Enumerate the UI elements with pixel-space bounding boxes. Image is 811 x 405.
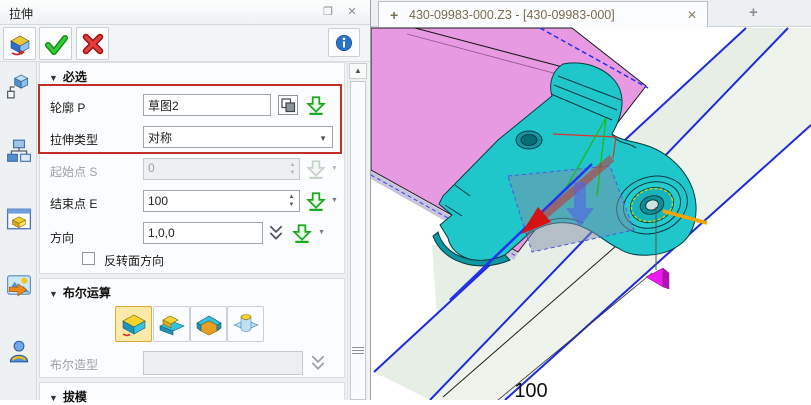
extrude-feature-button[interactable]	[3, 27, 36, 60]
direction-insert-button[interactable]	[292, 223, 312, 243]
ok-button[interactable]	[39, 27, 72, 60]
profile-input[interactable]	[143, 94, 271, 116]
shape-expand-icon	[310, 354, 326, 377]
history-manager-icon[interactable]	[6, 74, 32, 100]
boolean-shape-input	[143, 351, 303, 375]
boolean-base-button[interactable]	[115, 306, 152, 342]
boolean-remove-icon	[195, 311, 223, 337]
document-tab[interactable]: + 430-09983-000.Z3 - [430-09983-000] ✕	[378, 1, 708, 27]
flip-face-label: 反转面方向	[104, 252, 164, 269]
dialog-toolbar	[0, 25, 370, 62]
resize-grip[interactable]	[352, 347, 364, 355]
dialog-titlebar: 拉伸 ❐ ✕	[0, 0, 370, 25]
direction-options-icon[interactable]: ▼	[318, 229, 325, 236]
collapse-icon: ▼	[49, 73, 58, 83]
tab-pin-icon: +	[390, 7, 398, 23]
tab-close-icon[interactable]: ✕	[687, 8, 697, 22]
dialog-body: ▼必选 轮廓 P 拉伸类型 对称 ▼ 起	[0, 62, 370, 400]
dialog-close-icon[interactable]: ✕	[344, 5, 360, 20]
end-point-input[interactable]	[143, 190, 300, 212]
flip-face-checkbox[interactable]	[82, 252, 95, 265]
info-button[interactable]	[328, 28, 360, 57]
document-area: + 430-09983-000.Z3 - [430-09983-000] ✕ +	[371, 0, 811, 400]
required-header[interactable]: ▼必选	[49, 68, 87, 85]
expand-more-icon[interactable]	[268, 224, 284, 247]
extrude-cube-icon	[8, 32, 32, 56]
reuse-sketch-button[interactable]	[278, 95, 298, 115]
profile-label: 轮廓 P	[50, 99, 85, 116]
form-scrollbar: ▲	[347, 62, 368, 400]
green-down-arrow-icon	[306, 191, 326, 211]
green-down-arrow-icon	[306, 95, 326, 115]
dropdown-icon: ▼	[319, 134, 327, 143]
extrude-type-select[interactable]: 对称 ▼	[143, 126, 333, 148]
profile-insert-button[interactable]	[306, 95, 326, 115]
start-insert-button-disabled	[306, 159, 326, 179]
extrude-type-label: 拉伸类型	[50, 131, 98, 148]
start-options-icon: ▼	[331, 165, 338, 172]
green-down-arrow-icon	[292, 223, 312, 243]
direction-label: 方向	[50, 229, 74, 246]
draft-panel: ▼拔模	[39, 382, 345, 400]
boolean-intersect-button[interactable]	[227, 306, 264, 342]
cancel-x-icon	[81, 32, 105, 56]
info-icon	[335, 34, 353, 52]
tab-title: 430-09983-000.Z3 - [430-09983-000]	[409, 8, 615, 22]
boolean-base-icon	[120, 311, 148, 337]
dimension-value-text[interactable]: 100	[514, 380, 547, 400]
render-view-icon[interactable]	[6, 272, 32, 298]
green-down-arrow-icon	[306, 159, 326, 179]
end-point-label: 结束点 E	[50, 195, 97, 212]
dialog-restore-icon[interactable]: ❐	[320, 5, 336, 20]
start-point-input: 0 ▲▼	[143, 158, 300, 180]
new-tab-button[interactable]: +	[749, 4, 758, 21]
direction-input[interactable]	[143, 222, 263, 244]
boolean-header[interactable]: ▼布尔运算	[49, 284, 111, 301]
copy-icon	[279, 96, 297, 114]
boolean-remove-button[interactable]	[190, 306, 227, 342]
boolean-shape-label: 布尔造型	[50, 356, 98, 373]
extrude-form: ▼必选 轮廓 P 拉伸类型 对称 ▼ 起	[38, 62, 347, 400]
manager-icon-strip	[0, 62, 37, 400]
extrude-dialog: 拉伸 ❐ ✕	[0, 0, 371, 400]
start-spinner: ▲▼	[286, 158, 299, 180]
end-insert-button[interactable]	[306, 191, 326, 211]
boolean-add-button[interactable]	[153, 306, 190, 342]
boolean-intersect-icon	[232, 311, 260, 337]
collapse-icon: ▼	[49, 289, 58, 299]
3d-viewport[interactable]: 100	[371, 27, 811, 400]
start-point-label: 起始点 S	[50, 163, 97, 180]
end-spinner[interactable]: ▲▼	[285, 190, 298, 212]
role-user-icon[interactable]	[6, 338, 32, 364]
viewport-scene: 100	[371, 27, 811, 400]
scroll-up-button[interactable]: ▲	[349, 63, 367, 79]
boolean-add-icon	[158, 311, 186, 337]
visual-manager-icon[interactable]	[6, 206, 32, 232]
dialog-title: 拉伸	[9, 5, 33, 22]
collapse-icon: ▼	[49, 393, 58, 403]
cancel-button[interactable]	[76, 27, 109, 60]
ok-check-icon	[44, 32, 68, 56]
draft-header[interactable]: ▼拔模	[49, 388, 87, 405]
document-tabbar: + 430-09983-000.Z3 - [430-09983-000] ✕ +	[371, 0, 811, 27]
end-options-icon[interactable]: ▼	[331, 197, 338, 204]
assembly-tree-icon[interactable]	[6, 138, 32, 164]
